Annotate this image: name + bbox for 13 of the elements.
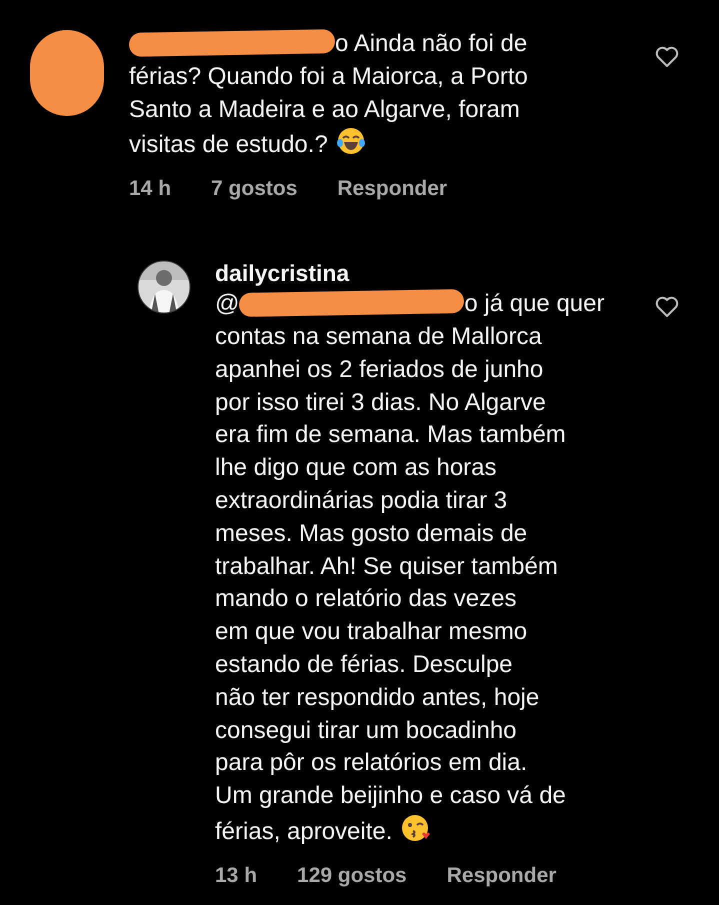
likes-count[interactable]: 7 gostos [211, 175, 298, 204]
laughing-face-icon [336, 126, 366, 156]
time: 13 h [215, 862, 258, 889]
time: 14 h [129, 176, 172, 202]
reply-link[interactable]: Responder [337, 175, 448, 204]
comment-text: o Ainda não foi de férias? Quando foi a Maiorca, a Porto Santo a Madeira e ao Algarve, foram visitas de estudo.? [129, 28, 528, 160]
comment-text: @ o já que quer contas na semana de Mallorca apanhei os 2 feriados de junho por isso tirei 3 dias. No Algarve era fim de semana. Mas também lhe digo que com as horas extraordinárias podia tirar 3 meses. Mas gosto demais de trabalhar. Ah! Se quiser também mando o relatório das vezes em que vou trabalhar mesmo estando de férias. Desculpe não ter respondido antes, hoje consegui tirar um bocadinho para pôr os relatórios em dia. Um grande beijinho e caso vá de férias, aproveite. [215, 288, 604, 847]
username[interactable]: dailycristina [215, 258, 350, 288]
likes-count[interactable]: 129 gostos [297, 862, 407, 890]
heart-icon[interactable] [655, 296, 679, 318]
reply-link[interactable]: Responder [446, 862, 556, 890]
heart-icon[interactable] [655, 46, 679, 68]
kissing-face-icon [400, 812, 430, 843]
